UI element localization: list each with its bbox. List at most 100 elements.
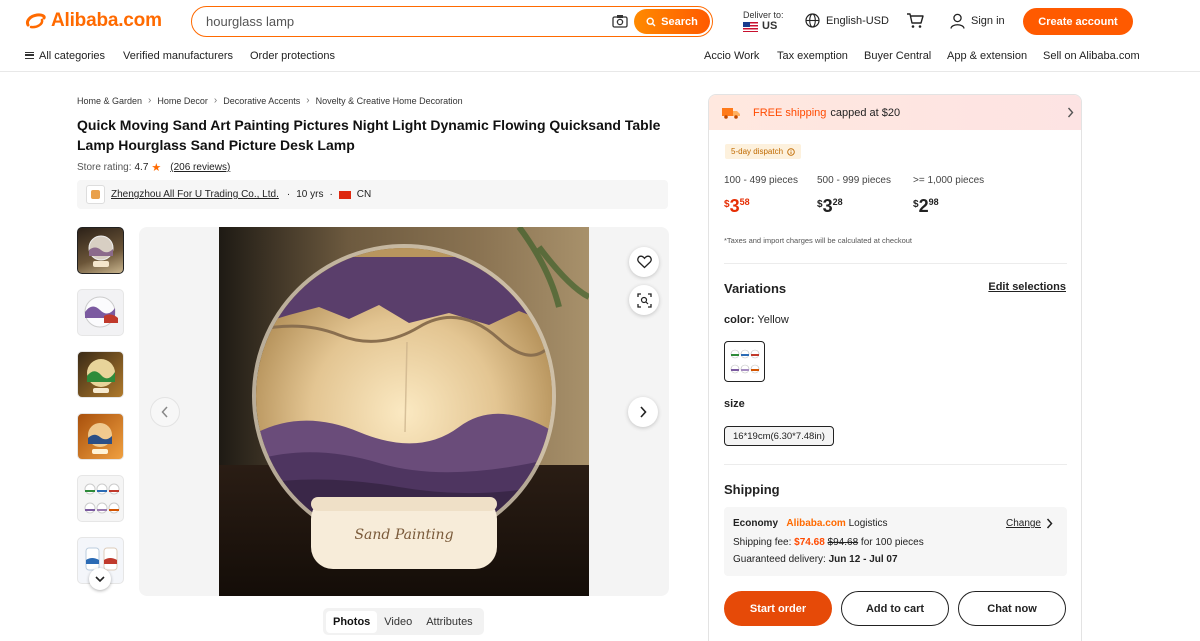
dot-separator: ·	[329, 189, 333, 200]
divider	[724, 263, 1067, 264]
camera-icon[interactable]	[612, 14, 628, 28]
search-input[interactable]: hourglass lamp	[206, 14, 294, 29]
guaranteed-delivery: Guaranteed delivery: Jun 12 - Jul 07	[733, 554, 898, 565]
app-extension-link[interactable]: App & extension	[947, 50, 1027, 62]
chevron-left-icon	[161, 406, 168, 418]
sell-on-alibaba-link[interactable]: Sell on Alibaba.com	[1043, 50, 1140, 62]
sign-in[interactable]: Sign in	[950, 13, 1005, 29]
favorite-button[interactable]	[629, 247, 659, 277]
add-to-cart-button[interactable]: Add to cart	[841, 591, 949, 626]
supplier-logo	[86, 185, 105, 204]
thumbnail-image	[88, 423, 112, 454]
verified-manufacturers-link[interactable]: Verified manufacturers	[123, 50, 233, 62]
thumbnail-image	[84, 483, 120, 514]
sand-lamp-photo: Sand Painting	[219, 227, 589, 596]
breadcrumb-item[interactable]: Decorative Accents	[223, 96, 300, 106]
order-protections-link[interactable]: Order protections	[250, 50, 335, 62]
all-categories-link[interactable]: All categories	[25, 50, 105, 62]
change-shipping-link[interactable]: Change	[1006, 518, 1041, 529]
supplier-name-link[interactable]: Zhengzhou All For U Trading Co., Ltd.	[111, 189, 279, 200]
user-icon	[950, 13, 965, 29]
accio-work-link[interactable]: Accio Work	[704, 50, 759, 62]
gallery-prev-button[interactable]	[150, 397, 180, 427]
free-shipping-text: FREE shipping	[753, 106, 827, 119]
scan-icon	[636, 292, 652, 308]
gallery-next-button[interactable]	[628, 397, 658, 427]
reviews-link[interactable]: (206 reviews)	[170, 162, 230, 173]
free-shipping-cap: capped at $20	[830, 106, 901, 119]
search-button[interactable]: Search	[634, 9, 710, 34]
star-icon: ★	[151, 162, 162, 174]
tax-exemption-link[interactable]: Tax exemption	[777, 50, 848, 62]
thumbnails-scroll-down-button[interactable]	[89, 568, 111, 590]
tier-price: $358	[724, 196, 750, 216]
size-option[interactable]: 16*19cm(6.30*7.48in)	[724, 426, 834, 446]
shipping-title: Shipping	[724, 482, 780, 497]
divider	[724, 464, 1067, 465]
language-selector[interactable]: English-USD	[805, 13, 889, 28]
cn-flag-icon	[338, 190, 351, 199]
deliver-to[interactable]: Deliver to: US	[743, 10, 784, 32]
thumbnail-strip	[77, 227, 124, 599]
breadcrumb-item[interactable]: Novelty & Creative Home Decoration	[316, 96, 463, 106]
start-order-button[interactable]: Start order	[724, 591, 832, 626]
top-header: Alibaba.com hourglass lamp Search Delive…	[0, 0, 1200, 42]
purchase-panel: FREE shipping capped at $20 5-day dispat…	[708, 94, 1082, 641]
image-search-button[interactable]	[629, 285, 659, 315]
thumbnail[interactable]	[77, 413, 124, 460]
shipping-details: Economy Alibaba.com Logistics Change Shi…	[724, 507, 1067, 576]
chevron-right-icon: ›	[213, 95, 218, 106]
dot-separator: ·	[286, 189, 291, 200]
lamp-engraving: Sand Painting	[354, 527, 453, 543]
search-button-label: Search	[661, 15, 698, 28]
alibaba-logo[interactable]: Alibaba.com	[25, 10, 162, 32]
sign-in-label: Sign in	[971, 15, 1005, 27]
tier-range: 100 - 499 pieces	[724, 175, 798, 186]
thumbnail[interactable]	[77, 227, 124, 274]
us-flag-icon	[743, 21, 758, 32]
heart-icon	[636, 255, 652, 269]
shipping-method: Economy Alibaba.com Logistics	[733, 518, 888, 529]
color-label: color: Yellow	[724, 314, 789, 326]
tab-video[interactable]: Video	[377, 611, 419, 633]
dispatch-text: 5-day dispatch	[731, 147, 784, 156]
size-label: size	[724, 398, 745, 410]
thumbnail[interactable]	[77, 351, 124, 398]
buyer-central-link[interactable]: Buyer Central	[864, 50, 931, 62]
store-rating-label: Store rating:	[77, 162, 132, 173]
edit-selections-link[interactable]: Edit selections	[988, 281, 1066, 293]
thumbnail-image	[84, 296, 118, 328]
menu-icon	[25, 51, 34, 59]
deliver-country: US	[762, 20, 778, 32]
breadcrumb-item[interactable]: Home & Garden	[77, 96, 142, 106]
info-icon[interactable]	[787, 147, 795, 156]
free-shipping-banner[interactable]: FREE shipping capped at $20	[709, 95, 1081, 130]
chat-now-button[interactable]: Chat now	[958, 591, 1066, 626]
thumbnail-image	[88, 235, 114, 267]
thumbnail[interactable]	[77, 289, 124, 336]
chevron-right-icon: ›	[306, 95, 310, 106]
breadcrumb-item[interactable]: Home Decor	[157, 96, 208, 106]
tab-photos[interactable]: Photos	[326, 610, 378, 633]
create-account-button[interactable]: Create account	[1023, 8, 1133, 35]
logo-text: Alibaba.com	[51, 10, 162, 31]
supplier-bar: Zhengzhou All For U Trading Co., Ltd. · …	[77, 180, 668, 209]
breadcrumb: Home & Garden › Home Decor › Decorative …	[77, 95, 463, 106]
thumbnail[interactable]	[77, 475, 124, 522]
language-label: English-USD	[826, 14, 889, 27]
tier-price: $328	[817, 196, 843, 216]
truck-icon	[722, 108, 740, 119]
cart-icon[interactable]	[906, 12, 924, 29]
tier-range: >= 1,000 pieces	[913, 175, 985, 186]
color-option-yellow[interactable]	[724, 341, 765, 382]
tier-price: $298	[913, 196, 939, 216]
search-icon	[646, 16, 656, 26]
store-rating: Store rating: 4.7 ★ (206 reviews)	[77, 161, 230, 174]
globe-icon	[805, 13, 820, 28]
sub-navigation: All categories Verified manufacturers Or…	[0, 42, 1200, 72]
tab-attributes[interactable]: Attributes	[419, 611, 479, 633]
shipping-fee: Shipping fee: $74.68 $94.68 for 100 piec…	[733, 537, 924, 548]
supplier-years: 10 yrs	[296, 189, 324, 200]
main-product-image[interactable]: Sand Painting	[219, 227, 589, 596]
alibaba-logo-icon	[26, 13, 46, 29]
